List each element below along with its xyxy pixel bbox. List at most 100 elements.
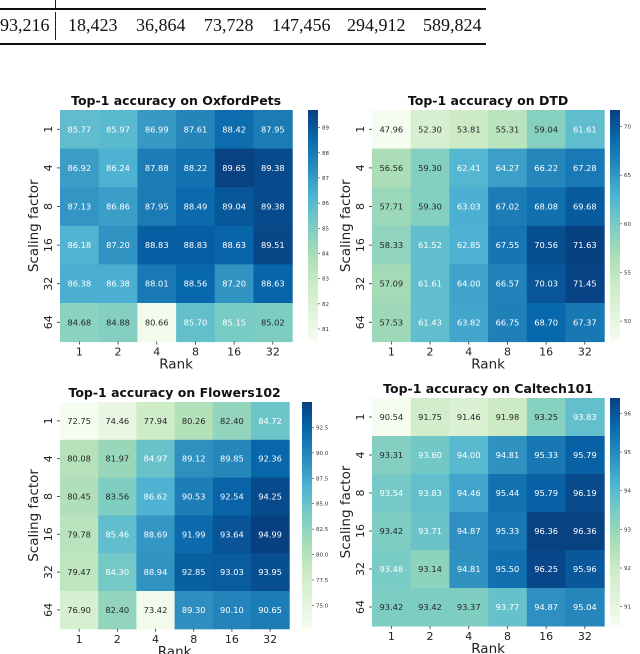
y-tick-label: 64 [42,603,55,617]
cell-value-label: 93.60 [418,450,442,460]
y-axis-label: Scaling factor [338,465,354,558]
chart-title: Top-1 accuracy on DTD [408,93,568,108]
x-tick-label: 8 [504,346,511,359]
cell-value-label: 57.71 [379,202,403,212]
cell-value-label: 93.14 [418,564,442,574]
cell-value-label: 93.77 [496,602,520,612]
cell-value-label: 84.68 [67,317,91,327]
y-tick-label: 8 [354,490,367,497]
x-tick-label: 2 [427,630,434,643]
cell-value-label: 94.81 [457,564,481,574]
cell-value-label: 70.56 [534,240,558,250]
cell-value-label: 92.54 [220,492,244,502]
cell-value-label: 68.08 [534,202,558,212]
cell-value-label: 93.42 [379,602,403,612]
cell-value-label: 85.97 [106,124,130,134]
x-tick-label: 1 [76,346,83,359]
y-tick-label: 32 [354,562,367,576]
cell-value-label: 93.03 [220,567,244,577]
table-cell: 589,824 [423,15,482,35]
cell-value-label: 58.33 [379,240,403,250]
cell-value-label: 57.53 [379,317,403,327]
cell-value-label: 87.88 [145,163,169,173]
cell-value-label: 91.99 [182,529,206,539]
column-separator [55,12,56,40]
cell-value-label: 67.28 [573,163,597,173]
cell-value-label: 84.97 [144,454,168,464]
cell-value-label: 95.50 [496,564,520,574]
y-tick-label: 4 [354,164,367,171]
cell-value-label: 66.22 [534,163,558,173]
y-tick-label: 32 [354,277,367,291]
cell-value-label: 86.92 [67,163,91,173]
cell-value-label: 74.46 [105,416,129,426]
cell-value-label: 95.04 [573,602,597,612]
colorbar [610,398,620,626]
x-tick-label: 32 [578,630,592,643]
cell-value-label: 85.70 [184,317,208,327]
cell-value-label: 59.04 [534,124,558,134]
x-tick-label: 2 [115,346,122,359]
y-axis-label: Scaling factor [26,179,42,272]
colorbar-tick-label: 94 [624,489,631,495]
table-fragment: 93,216 18,423 36,864 73,728 147,456 294,… [0,0,640,56]
cell-value-label: 80.66 [145,317,169,327]
table-cell: 18,423 [68,15,118,35]
cell-value-label: 86.99 [145,124,169,134]
colorbar-tick-label: 65 [624,173,631,179]
cell-value-label: 91.75 [418,412,442,422]
x-axis-label: Rank [471,641,505,654]
cell-value-label: 94.87 [534,602,558,612]
table-cell: 73,728 [204,15,254,35]
y-tick-label: 16 [42,527,55,541]
cell-value-label: 88.42 [222,124,246,134]
cell-value-label: 88.63 [222,240,246,250]
cell-value-label: 92.85 [182,567,206,577]
cell-value-label: 93.95 [258,567,282,577]
cell-value-label: 70.03 [534,279,558,289]
cell-value-label: 62.41 [457,163,481,173]
cell-value-label: 57.09 [379,279,403,289]
y-tick-label: 4 [354,452,367,459]
x-tick-label: 16 [225,633,239,646]
y-tick-label: 32 [42,565,55,579]
chart-title: Top-1 accuracy on Caltech101 [383,381,593,396]
y-tick-label: 1 [354,414,367,421]
cell-value-label: 56.56 [379,163,403,173]
cell-value-label: 94.00 [457,450,481,460]
x-tick-label: 1 [76,633,83,646]
cell-value-label: 82.40 [220,416,244,426]
cell-value-label: 88.69 [144,529,168,539]
cell-value-label: 96.25 [534,564,558,574]
y-tick-label: 4 [42,164,55,171]
cell-value-label: 59.30 [418,202,442,212]
heatmap-flowers102: Top-1 accuracy on Flowers102 72.75 74.46 77… [26,385,329,654]
cell-value-label: 66.75 [496,317,520,327]
chart-title: Top-1 accuracy on Flowers102 [68,385,280,400]
y-tick-label: 8 [42,493,55,500]
cell-value-label: 80.26 [182,416,206,426]
cell-value-label: 89.30 [182,605,206,615]
y-axis-label: Scaling factor [26,469,42,562]
cell-value-label: 88.63 [261,279,285,289]
y-tick-label: 4 [42,455,55,462]
chart-title: Top-1 accuracy on OxfordPets [71,93,281,108]
cell-value-label: 96.36 [573,526,597,536]
cell-value-label: 90.54 [379,412,403,422]
cell-value-label: 89.04 [222,202,246,212]
colorbar [308,110,318,342]
x-tick-label: 1 [388,630,395,643]
x-tick-label: 32 [263,633,277,646]
cell-value-label: 61.43 [418,317,442,327]
y-tick-label: 16 [42,238,55,252]
heatmap-oxfordpets: Top-1 accuracy on OxfordPets85.77 85.97 86… [26,93,329,373]
y-tick-label: 1 [42,417,55,424]
x-axis-label: Rank [159,357,193,373]
cell-value-label: 86.62 [144,492,168,502]
cell-value-label: 87.61 [184,124,208,134]
cell-value-label: 95.33 [534,450,558,460]
cell-value-label: 61.52 [418,240,442,250]
cell-value-label: 84.30 [105,567,129,577]
cell-value-label: 62.85 [457,240,481,250]
cell-value-label: 64.00 [457,279,481,289]
